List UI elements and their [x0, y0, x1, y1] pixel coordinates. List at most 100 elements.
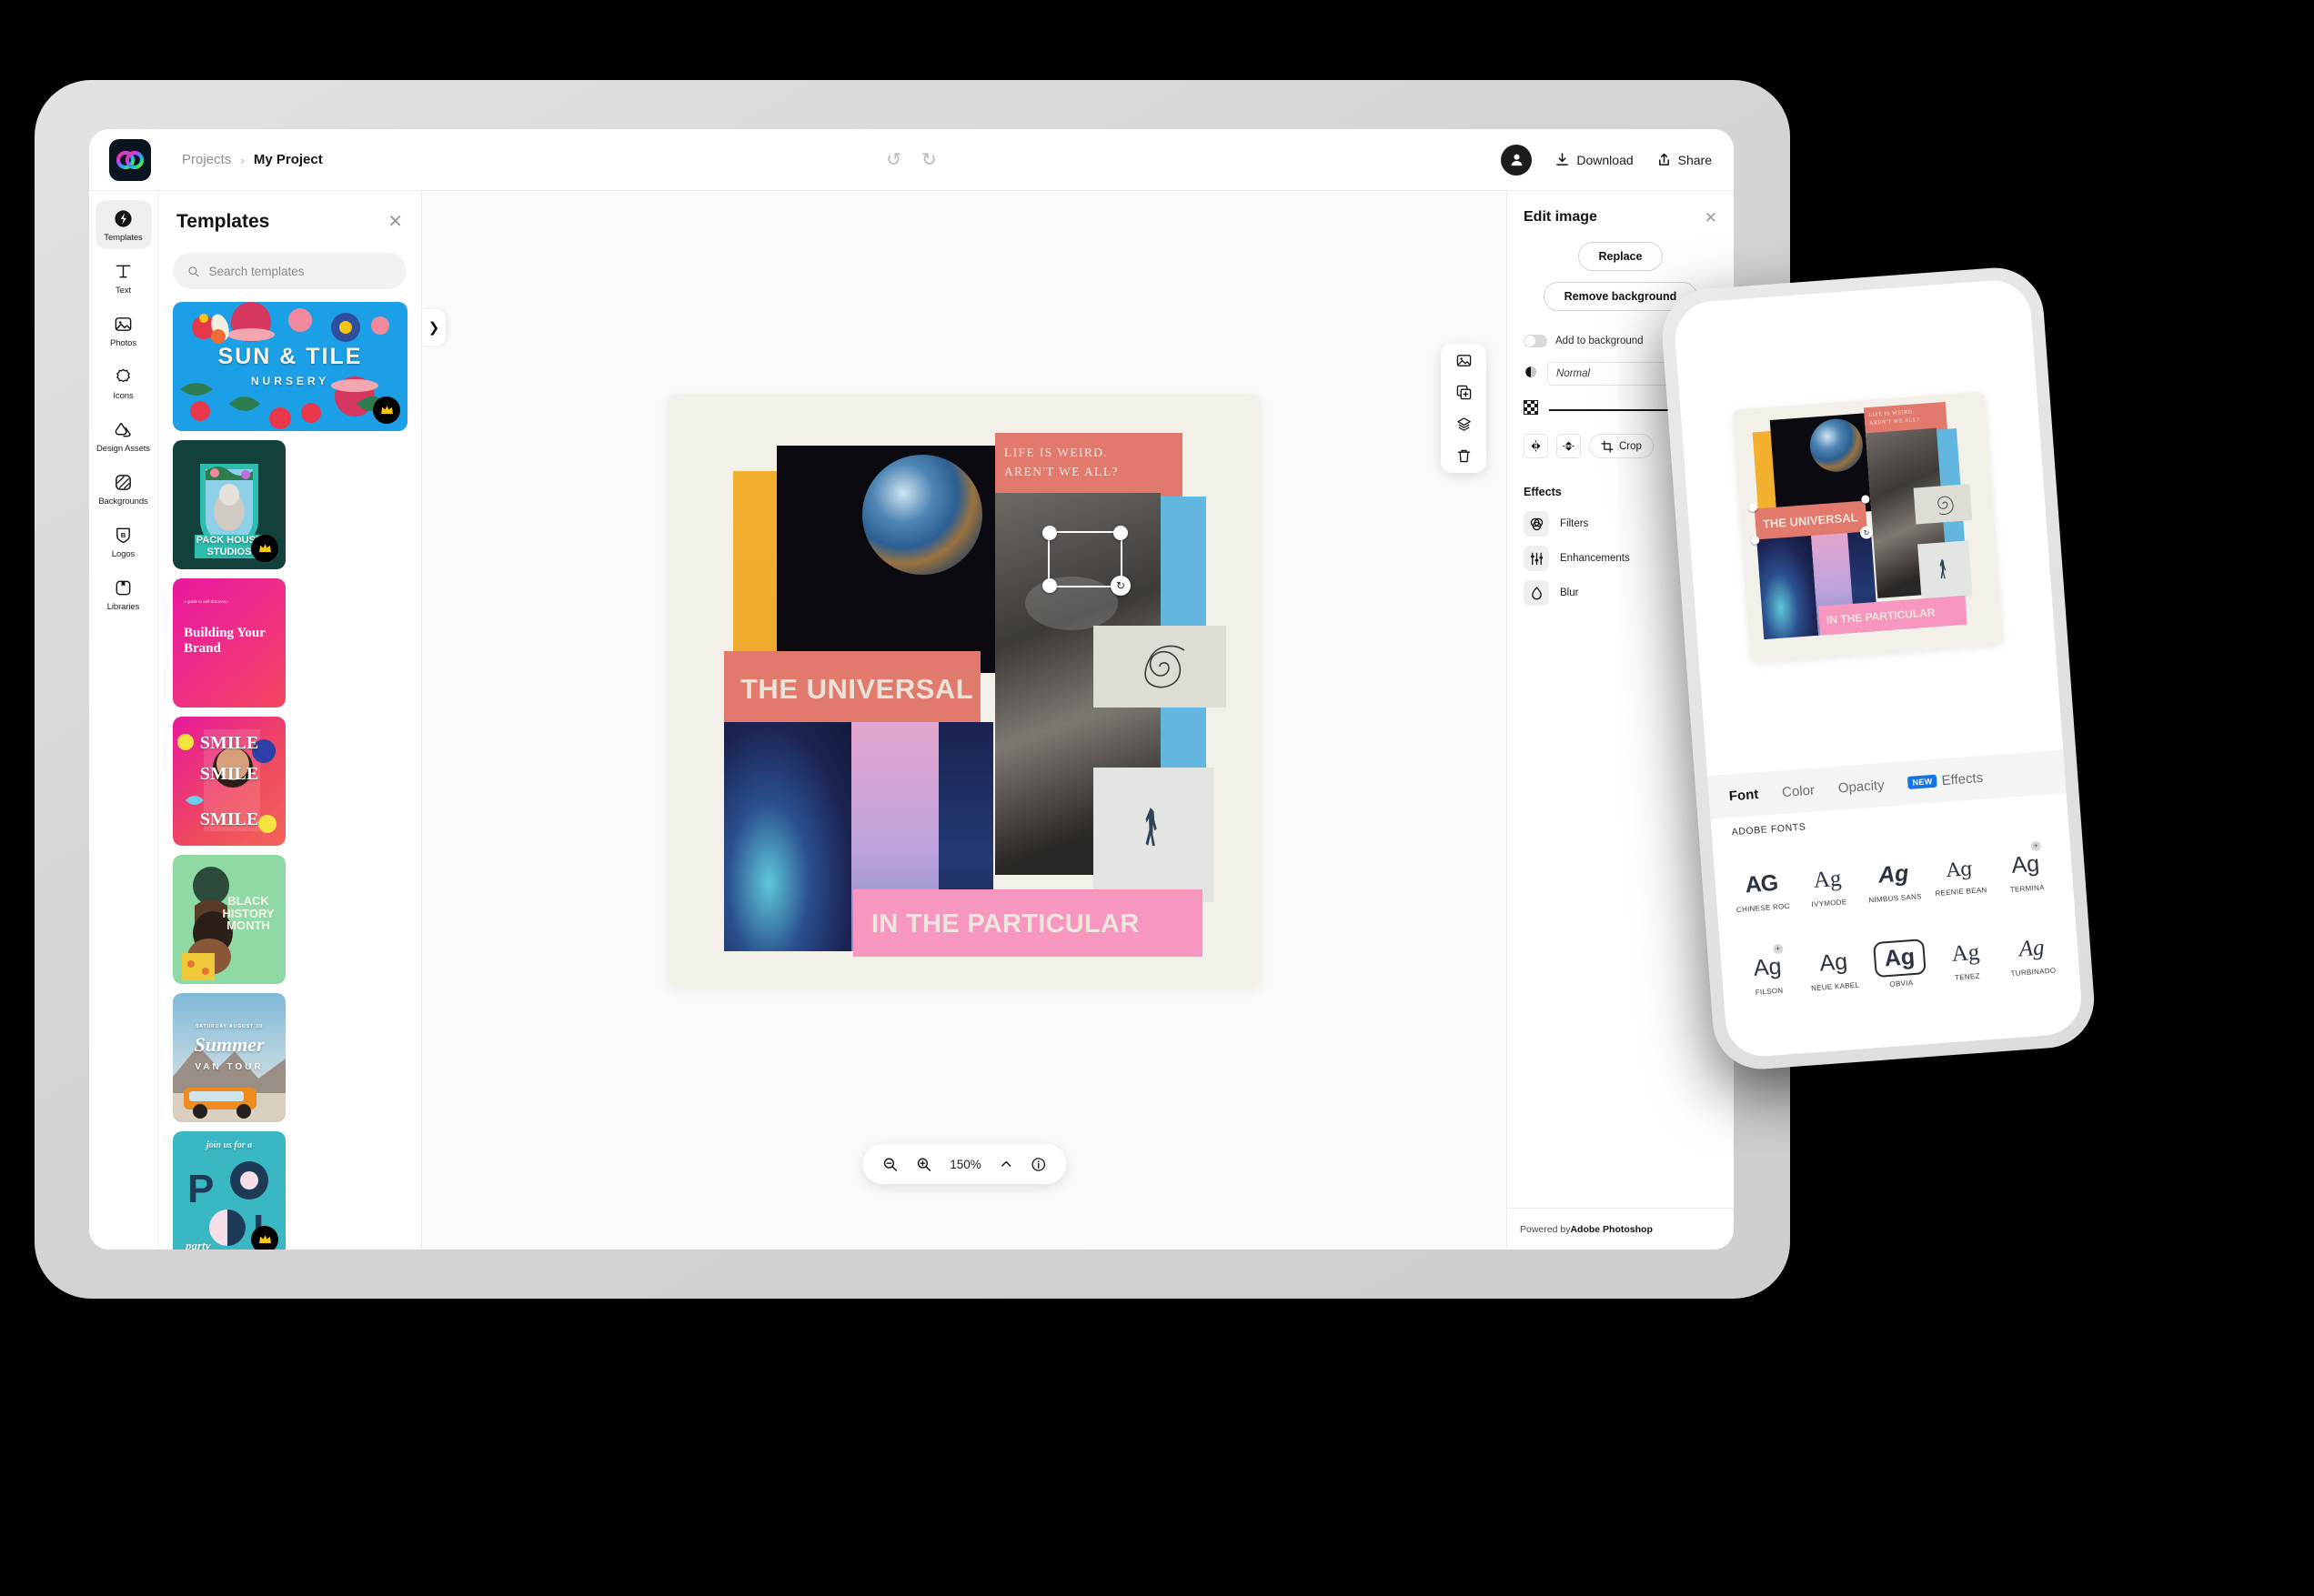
- selection-handle-bottom-left[interactable]: [1042, 578, 1057, 593]
- template-subtitle: join us for a: [206, 1140, 253, 1150]
- search-input[interactable]: [208, 264, 392, 278]
- crop-button[interactable]: Crop: [1589, 434, 1654, 458]
- download-label: Download: [1576, 152, 1634, 167]
- font-cell-termina[interactable]: + Ag TERMINA: [1990, 827, 2062, 915]
- selection-handle-top-right[interactable]: [1113, 526, 1128, 540]
- tab-color[interactable]: Color: [1782, 782, 1816, 800]
- template-card[interactable]: SMILE SMILE SMILE: [173, 717, 286, 846]
- tab-font[interactable]: Font: [1728, 787, 1759, 804]
- svg-text:B: B: [121, 530, 126, 538]
- template-card[interactable]: PACK HOUSE STUDIOS: [173, 440, 286, 569]
- collage-earth-photo: [862, 455, 982, 575]
- sidebar-item-icons[interactable]: Icons: [96, 358, 152, 407]
- breadcrumb-separator: ›: [240, 152, 245, 167]
- replace-image-icon[interactable]: [1456, 353, 1472, 368]
- template-title: BLACK HISTORY MONTH: [222, 894, 275, 933]
- flip-horizontal-icon[interactable]: [1524, 434, 1548, 458]
- font-name: TURBINADO: [2010, 966, 2057, 979]
- layers-icon[interactable]: [1456, 417, 1472, 432]
- template-subtitle: VAN TOUR: [195, 1062, 264, 1072]
- user-avatar-icon[interactable]: [1501, 144, 1533, 176]
- artboard[interactable]: LIFE IS WEIRD. AREN'T WE ALL? THE UNIVER…: [668, 395, 1261, 988]
- font-cell-ivymode[interactable]: Ag IVYMODE: [1792, 841, 1864, 929]
- collage-headline-band[interactable]: THE UNIVERSAL: [724, 651, 981, 726]
- phone-canvas-preview[interactable]: LIFE IS WEIRD. AREN'T WE ALL? THE UNIVER…: [1673, 277, 2064, 777]
- rotate-icon[interactable]: ↻: [1111, 576, 1131, 596]
- flip-vertical-icon[interactable]: [1556, 434, 1581, 458]
- download-button[interactable]: Download: [1555, 152, 1634, 167]
- close-icon[interactable]: ✕: [387, 213, 403, 231]
- adobe-creative-cloud-express-icon[interactable]: [109, 138, 151, 181]
- zoom-in-icon[interactable]: [916, 1157, 931, 1172]
- collage-clouds-photo: [1093, 768, 1213, 902]
- mini-quote-line-2: AREN'T WE ALL?: [1869, 417, 1920, 427]
- font-cell-turbinado[interactable]: Ag TURBINADO: [1996, 910, 2068, 999]
- download-icon: [1556, 153, 1569, 166]
- quote-line-2: AREN'T WE ALL?: [1004, 464, 1119, 478]
- font-cell-tenez[interactable]: Ag TENEZ: [1930, 915, 2002, 1003]
- tab-opacity[interactable]: Opacity: [1837, 777, 1885, 796]
- powered-by-brand: Adobe Photoshop: [1570, 1223, 1653, 1235]
- mini-spiral: [1913, 484, 1973, 525]
- templates-icon: [114, 208, 133, 228]
- share-button[interactable]: Share: [1657, 153, 1712, 167]
- font-name: FILSON: [1755, 986, 1784, 997]
- template-card[interactable]: A guide to self-discovery Building Your …: [173, 578, 286, 708]
- tab-effects[interactable]: NEW Effects: [1907, 769, 1984, 790]
- add-to-background-toggle[interactable]: [1524, 335, 1547, 347]
- collage-spiral-graphic: [1093, 626, 1226, 708]
- font-cell-chinese-roc[interactable]: AG CHINESE ROC: [1725, 846, 1797, 934]
- font-cell-filson[interactable]: + Ag FILSON: [1732, 929, 1804, 1018]
- font-name: REENIE BEAN: [1935, 885, 1987, 898]
- sidebar-item-design-assets[interactable]: Design Assets: [96, 411, 152, 460]
- left-icon-rail: Templates Text Photos Icons Design Asset…: [89, 191, 158, 1250]
- font-cell-nimbus-sans[interactable]: Ag NIMBUS SANS: [1857, 837, 1929, 925]
- canvas-area[interactable]: LIFE IS WEIRD. AREN'T WE ALL? THE UNIVER…: [422, 191, 1506, 1250]
- phone-artboard[interactable]: LIFE IS WEIRD. AREN'T WE ALL? THE UNIVER…: [1732, 391, 2004, 663]
- share-icon: [1658, 153, 1669, 166]
- templates-panel-header: Templates ✕: [158, 191, 421, 238]
- font-name: TENEZ: [1954, 971, 1981, 982]
- redo-icon[interactable]: ↻: [921, 151, 937, 169]
- collage-artwork: LIFE IS WEIRD. AREN'T WE ALL? THE UNIVER…: [689, 417, 1239, 966]
- template-card[interactable]: P L join us for a party: [173, 1131, 286, 1250]
- svg-text:P: P: [187, 1167, 214, 1211]
- crop-label: Crop: [1619, 440, 1642, 452]
- sidebar-item-photos[interactable]: Photos: [96, 306, 152, 355]
- sidebar-item-backgrounds[interactable]: Backgrounds: [96, 464, 152, 513]
- chevron-up-icon[interactable]: [1000, 1158, 1012, 1170]
- zoom-level-value[interactable]: 150%: [950, 1158, 981, 1171]
- sidebar-item-label: Libraries: [106, 602, 140, 612]
- blend-mode-value: Normal: [1556, 368, 1591, 379]
- selection-bounding-box[interactable]: ↻: [1042, 526, 1131, 596]
- sidebar-item-libraries[interactable]: Libraries: [96, 569, 152, 618]
- font-sample: Ag: [2010, 850, 2041, 878]
- screenshot-root: Projects › My Project ↺ ↻ Download Share…: [0, 0, 2314, 1596]
- info-icon[interactable]: [1031, 1157, 1046, 1172]
- font-cell-reenie-bean[interactable]: Ag REENIE BEAN: [1924, 831, 1996, 919]
- edit-panel-header: Edit image ✕: [1507, 191, 1734, 226]
- template-card[interactable]: SUN & TILE NURSERY: [173, 302, 407, 431]
- breadcrumb-projects-link[interactable]: Projects: [182, 152, 231, 167]
- replace-button[interactable]: Replace: [1577, 242, 1664, 271]
- close-icon[interactable]: ✕: [1705, 210, 1717, 226]
- template-card[interactable]: SATURDAY AUGUST 10 Summer VAN TOUR: [173, 993, 286, 1122]
- sidebar-item-logos[interactable]: B Logos: [96, 517, 152, 566]
- font-name: NIMBUS SANS: [1868, 892, 1923, 905]
- delete-icon[interactable]: [1456, 448, 1472, 464]
- chevron-right-icon[interactable]: ❯: [422, 309, 446, 346]
- sidebar-item-label: Text: [115, 286, 132, 296]
- sidebar-item-text[interactable]: Text: [96, 253, 152, 302]
- sidebar-item-templates[interactable]: Templates: [95, 200, 152, 249]
- libraries-icon: [114, 577, 133, 597]
- search-templates-field[interactable]: [173, 253, 407, 289]
- selection-handle-top-left[interactable]: [1042, 526, 1057, 540]
- zoom-out-icon[interactable]: [882, 1157, 898, 1172]
- duplicate-icon[interactable]: [1456, 385, 1472, 400]
- font-sample: Ag: [1812, 866, 1843, 893]
- template-card[interactable]: BLACK HISTORY MONTH: [173, 855, 286, 984]
- font-cell-neue-kabel[interactable]: Ag NEUE KABEL: [1798, 925, 1870, 1013]
- templates-grid: SUN & TILE NURSERY PACK HOUSE STUDIOS A …: [158, 298, 421, 1250]
- font-cell-obvia[interactable]: Ag OBVIA: [1864, 920, 1936, 1009]
- undo-icon[interactable]: ↺: [886, 151, 901, 169]
